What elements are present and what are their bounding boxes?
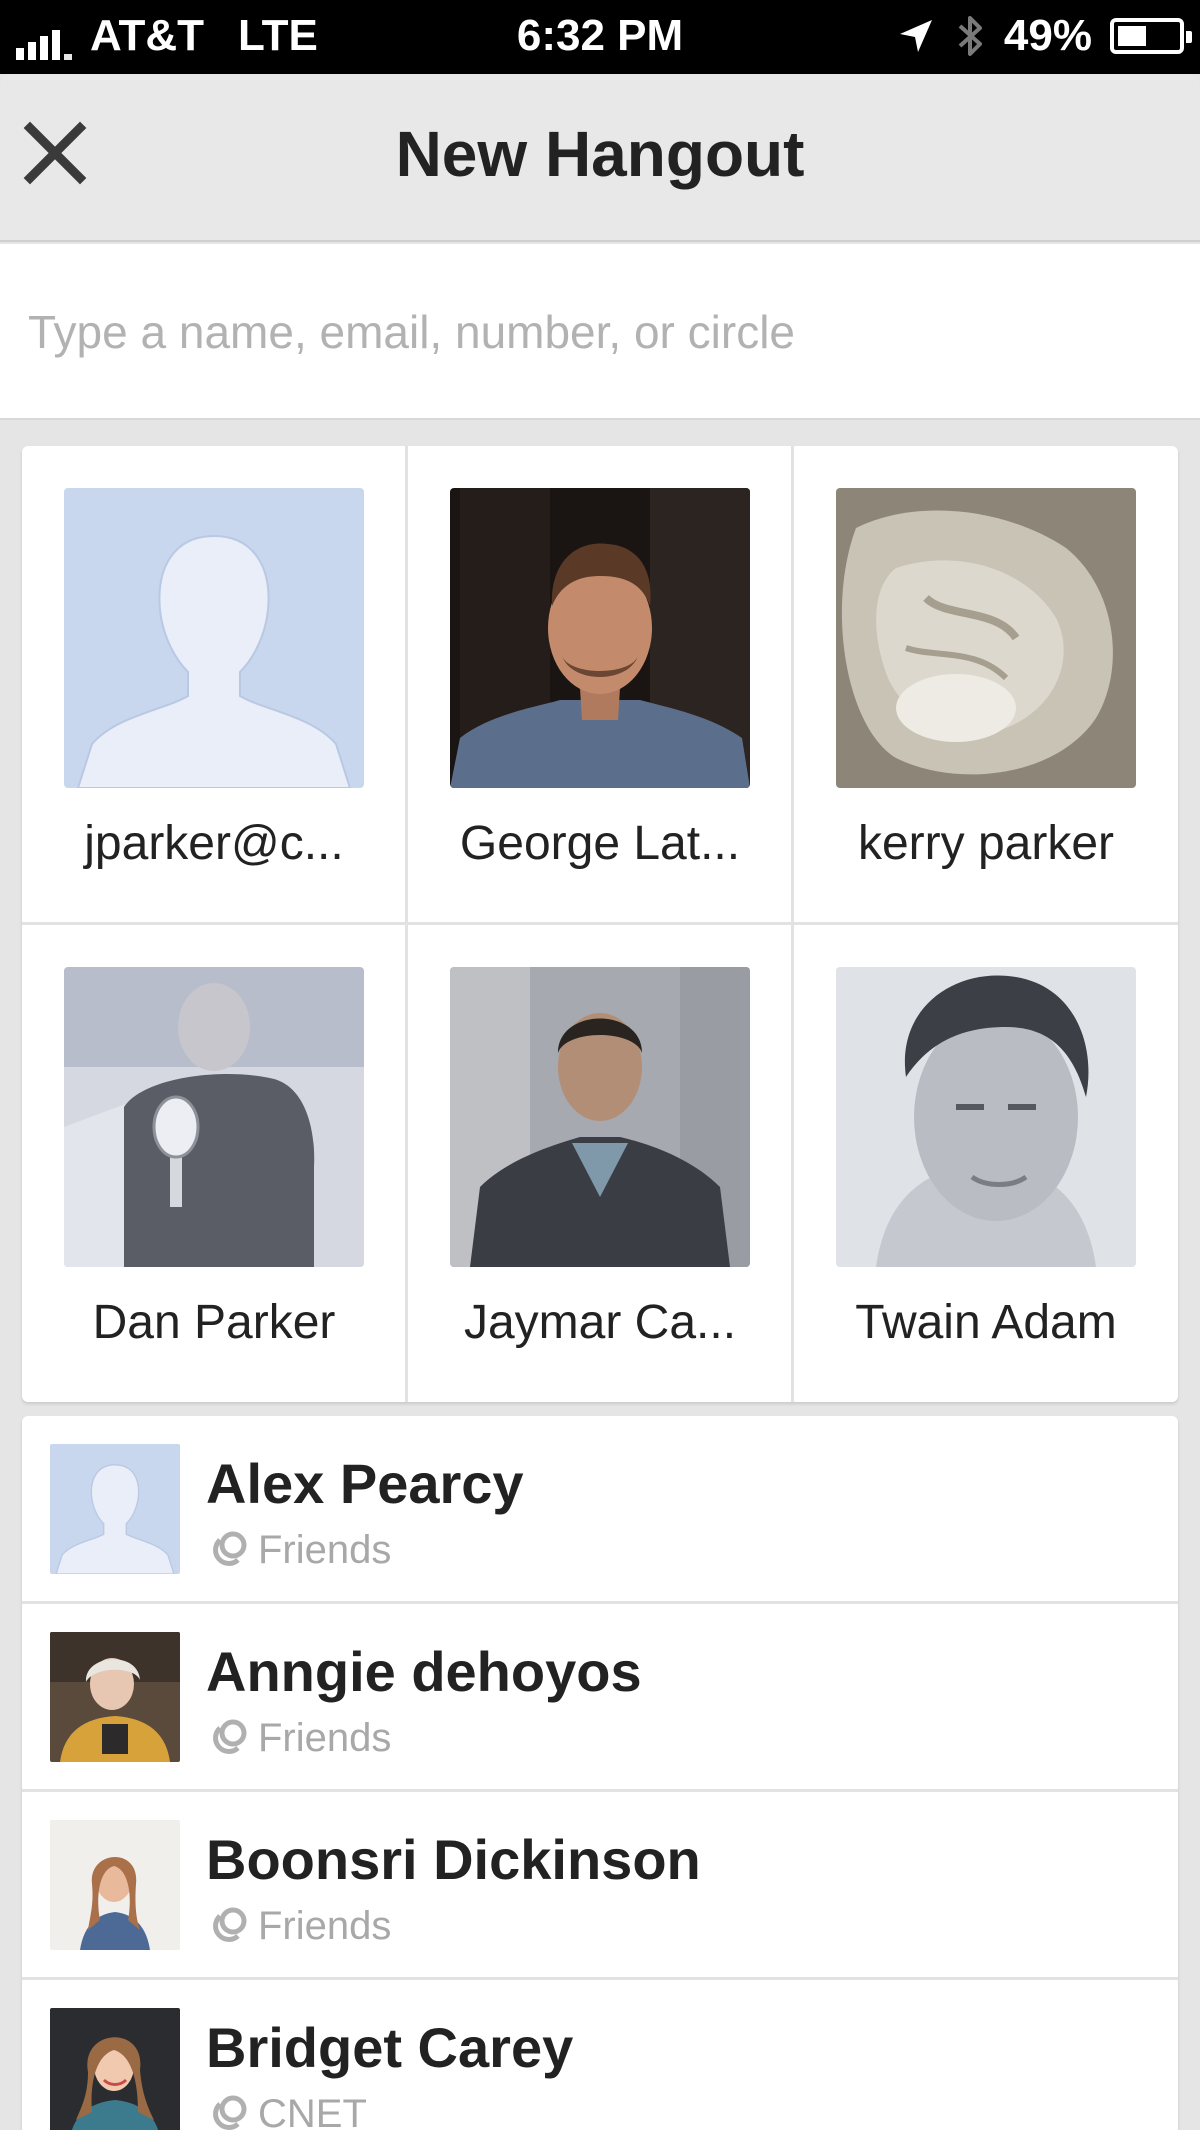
favorite-contact[interactable]: kerry parker bbox=[794, 446, 1178, 922]
profile-photo bbox=[836, 488, 1136, 788]
circle-link-icon bbox=[213, 1907, 247, 1942]
favorite-contact[interactable]: jparker@c... bbox=[22, 446, 406, 922]
circle-label: Friends bbox=[258, 1528, 392, 1572]
list-item[interactable]: Boonsri Dickinson Friends bbox=[22, 1792, 1178, 1980]
favorite-contact[interactable]: George Lat... bbox=[408, 446, 792, 922]
default-avatar-icon bbox=[50, 1444, 180, 1574]
circle-label: Friends bbox=[258, 1716, 392, 1760]
battery-percent: 49% bbox=[1003, 11, 1092, 60]
avatar bbox=[450, 488, 750, 788]
favorite-contact[interactable]: Jaymar Ca... bbox=[408, 925, 792, 1401]
contact-name: Boonsri Dickinson bbox=[206, 1828, 701, 1891]
favorite-name: George Lat... bbox=[459, 817, 741, 870]
profile-photo bbox=[50, 1632, 180, 1762]
contact-name: Anngie dehoyos bbox=[206, 1640, 642, 1703]
favorite-name: Jaymar Ca... bbox=[463, 1296, 737, 1349]
list-item[interactable]: Anngie dehoyos Friends bbox=[22, 1604, 1178, 1792]
bluetooth-icon bbox=[958, 16, 982, 56]
avatar bbox=[50, 2008, 180, 2130]
favorite-name: Twain Adam bbox=[855, 1296, 1117, 1349]
location-arrow-icon bbox=[899, 20, 932, 52]
circle-label: CNET bbox=[258, 2092, 367, 2130]
contact-circle: Friends bbox=[206, 1528, 391, 1572]
profile-photo bbox=[836, 967, 1136, 1267]
search-input[interactable] bbox=[28, 294, 1168, 370]
avatar bbox=[836, 488, 1136, 788]
header-bar: New Hangout bbox=[0, 74, 1200, 242]
list-item[interactable]: Alex Pearcy Friends bbox=[22, 1416, 1178, 1604]
avatar bbox=[50, 1820, 180, 1950]
avatar bbox=[450, 967, 750, 1267]
circle-link-icon bbox=[213, 2095, 247, 2130]
contact-circle: Friends bbox=[206, 1904, 391, 1948]
avatar bbox=[64, 967, 364, 1267]
favorite-contact[interactable]: Twain Adam bbox=[794, 925, 1178, 1401]
contact-circle: CNET bbox=[206, 2092, 367, 2130]
circle-link-icon bbox=[213, 1531, 247, 1566]
favorite-name: jparker@c... bbox=[84, 817, 344, 870]
contact-list: Alex Pearcy Friends Anngie dehoyos Frien… bbox=[22, 1416, 1178, 2130]
favorite-contact[interactable]: Dan Parker bbox=[22, 925, 406, 1401]
status-right: 49% bbox=[896, 11, 1192, 60]
favorites-grid: jparker@c... George Lat... kerry parker … bbox=[22, 446, 1178, 1402]
list-item[interactable]: Bridget Carey CNET bbox=[22, 1980, 1178, 2130]
circle-link-icon bbox=[213, 1719, 247, 1754]
profile-photo bbox=[64, 967, 364, 1267]
contact-name: Alex Pearcy bbox=[206, 1452, 524, 1515]
avatar bbox=[64, 488, 364, 788]
circle-label: Friends bbox=[258, 1904, 392, 1948]
favorite-name: kerry parker bbox=[857, 817, 1115, 870]
profile-photo bbox=[50, 2008, 180, 2130]
favorite-name: Dan Parker bbox=[92, 1296, 336, 1349]
profile-photo bbox=[450, 967, 750, 1267]
contact-circle: Friends bbox=[206, 1716, 391, 1760]
contact-name: Bridget Carey bbox=[206, 2016, 574, 2079]
page-title: New Hangout bbox=[395, 118, 805, 190]
battery-icon bbox=[1110, 18, 1192, 54]
avatar bbox=[50, 1632, 180, 1762]
status-bar: AT&T LTE 6:32 PM 49% bbox=[0, 0, 1200, 74]
profile-photo bbox=[450, 488, 750, 788]
profile-photo bbox=[50, 1820, 180, 1950]
default-avatar-icon bbox=[64, 488, 364, 788]
avatar bbox=[50, 1444, 180, 1574]
avatar bbox=[836, 967, 1136, 1267]
search-bar bbox=[0, 244, 1200, 420]
